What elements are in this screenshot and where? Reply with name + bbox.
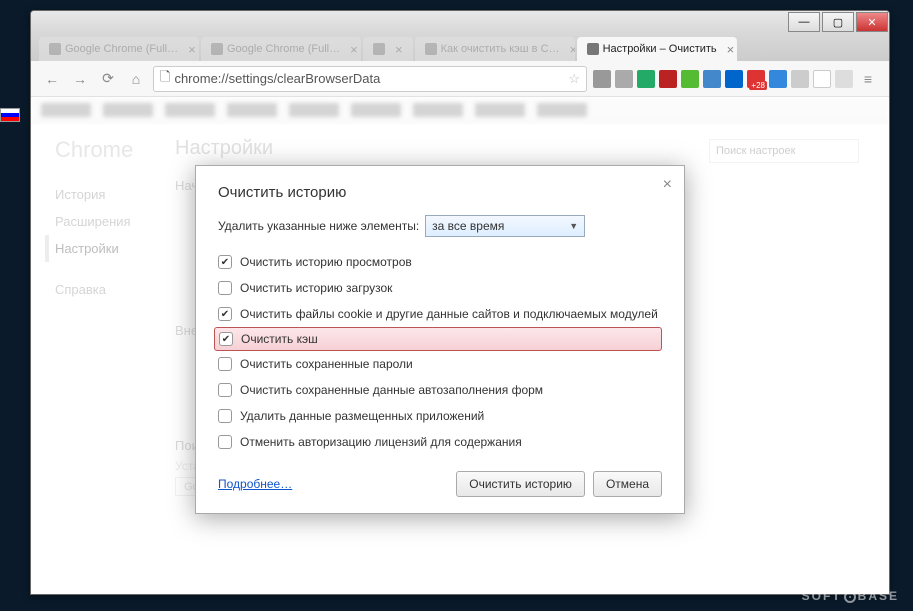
option-label: Очистить историю просмотров xyxy=(240,255,412,269)
option-cookies[interactable]: Очистить файлы cookie и другие данные са… xyxy=(218,301,662,327)
option-browsing-history[interactable]: Очистить историю просмотров xyxy=(218,249,662,275)
tab-label: Google Chrome (Full… xyxy=(65,43,178,55)
tab-label: Google Chrome (Full… xyxy=(227,43,340,55)
ext-icon[interactable] xyxy=(637,70,655,88)
favicon-icon xyxy=(211,43,223,55)
ext-icon[interactable] xyxy=(615,70,633,88)
clear-browsing-data-dialog: × Очистить историю Удалить указанные ниж… xyxy=(195,165,685,514)
close-icon[interactable]: × xyxy=(395,42,403,57)
settings-sidebar: Chrome История Расширения Настройки Спра… xyxy=(55,137,175,580)
favicon-icon xyxy=(425,43,437,55)
chevron-down-icon: ▼ xyxy=(569,221,578,231)
ext-icon[interactable] xyxy=(725,70,743,88)
dialog-title: Очистить историю xyxy=(218,184,662,201)
option-download-history[interactable]: Очистить историю загрузок xyxy=(218,275,662,301)
sidebar-item-history[interactable]: История xyxy=(55,181,175,208)
settings-search-input[interactable] xyxy=(709,139,859,163)
brand-label: Chrome xyxy=(55,137,175,163)
sidebar-item-help[interactable]: Справка xyxy=(55,276,175,303)
gear-icon xyxy=(587,43,599,55)
tab-background-3[interactable]: Как очистить кэш в C… × xyxy=(415,37,575,61)
logo-icon xyxy=(844,591,856,603)
dialog-close-button[interactable]: × xyxy=(663,176,672,194)
checkbox-icon[interactable] xyxy=(218,255,232,269)
home-button[interactable]: ⌂ xyxy=(125,68,147,90)
ext-icon[interactable] xyxy=(791,70,809,88)
tab-label: Настройки – Очистить xyxy=(603,43,717,55)
clear-button[interactable]: Очистить историю xyxy=(456,471,585,497)
ext-icon[interactable] xyxy=(703,70,721,88)
checkbox-icon[interactable] xyxy=(218,383,232,397)
calendar-icon[interactable] xyxy=(813,70,831,88)
cancel-button[interactable]: Отмена xyxy=(593,471,662,497)
sidebar-item-extensions[interactable]: Расширения xyxy=(55,208,175,235)
bookmark-bar[interactable] xyxy=(31,97,889,123)
checkbox-icon[interactable] xyxy=(218,435,232,449)
close-icon[interactable]: × xyxy=(727,42,735,57)
checkbox-icon[interactable] xyxy=(218,357,232,371)
window-close-button[interactable]: ✕ xyxy=(856,12,888,32)
learn-more-link[interactable]: Подробнее… xyxy=(218,477,292,491)
option-label: Очистить историю загрузок xyxy=(240,281,392,295)
favicon-icon xyxy=(49,43,61,55)
tab-background-1[interactable]: Google Chrome (Full… × xyxy=(201,37,361,61)
close-icon[interactable]: × xyxy=(350,42,358,57)
tab-label: Как очистить кэш в C… xyxy=(441,43,560,55)
page-title: Настройки xyxy=(175,137,865,160)
page-icon: 🗋 xyxy=(160,68,170,90)
window-maximize-button[interactable]: ▢ xyxy=(822,12,854,32)
option-cache[interactable]: Очистить кэш xyxy=(214,327,662,351)
checkbox-icon[interactable] xyxy=(218,307,232,321)
option-hosted-apps[interactable]: Удалить данные размещенных приложений xyxy=(218,403,662,429)
close-icon[interactable]: × xyxy=(570,42,575,57)
option-label: Очистить кэш xyxy=(241,332,318,346)
mail-icon[interactable] xyxy=(835,70,853,88)
tab-background-0[interactable]: Google Chrome (Full… × xyxy=(39,37,199,61)
forward-button[interactable]: → xyxy=(69,68,91,90)
toolbar: ← → ⟳ ⌂ 🗋 chrome://settings/clearBrowser… xyxy=(31,61,889,97)
option-label: Очистить сохраненные пароли xyxy=(240,357,413,371)
watermark: SOFTBASE xyxy=(802,589,899,603)
option-label: Очистить файлы cookie и другие данные са… xyxy=(240,307,658,321)
back-button[interactable]: ← xyxy=(41,68,63,90)
sidebar-item-settings[interactable]: Настройки xyxy=(45,235,175,262)
menu-button[interactable]: ≡ xyxy=(857,68,879,90)
window-minimize-button[interactable]: — xyxy=(788,12,820,32)
extensions-area: ≡ xyxy=(593,68,879,90)
tab-active[interactable]: Настройки – Очистить × xyxy=(577,37,737,61)
tab-background-2[interactable]: × xyxy=(363,37,413,61)
close-icon[interactable]: × xyxy=(188,42,196,57)
notification-icon[interactable] xyxy=(747,70,765,88)
checkmark-icon[interactable] xyxy=(681,70,699,88)
language-flag-icon[interactable] xyxy=(0,108,20,122)
option-label: Очистить сохраненные данные автозаполнен… xyxy=(240,383,543,397)
checkbox-icon[interactable] xyxy=(218,409,232,423)
window-titlebar: — ▢ ✕ xyxy=(31,11,889,33)
ext-icon[interactable] xyxy=(659,70,677,88)
ext-icon[interactable] xyxy=(593,70,611,88)
option-autofill[interactable]: Очистить сохраненные данные автозаполнен… xyxy=(218,377,662,403)
option-label: Отменить авторизацию лицензий для содерж… xyxy=(240,435,522,449)
omnibox-url: chrome://settings/clearBrowserData xyxy=(174,71,380,86)
omnibox[interactable]: 🗋 chrome://settings/clearBrowserData ☆ xyxy=(153,66,587,92)
time-range-select[interactable]: за все время ▼ xyxy=(425,215,585,237)
time-range-value: за все время xyxy=(432,219,504,233)
tab-strip: Google Chrome (Full… × Google Chrome (Ful… xyxy=(31,33,889,61)
dialog-prompt: Удалить указанные ниже элементы: xyxy=(218,219,419,233)
ext-icon[interactable] xyxy=(769,70,787,88)
favicon-icon xyxy=(373,43,385,55)
checkbox-icon[interactable] xyxy=(219,332,233,346)
option-licenses[interactable]: Отменить авторизацию лицензий для содерж… xyxy=(218,429,662,455)
option-passwords[interactable]: Очистить сохраненные пароли xyxy=(218,351,662,377)
star-icon[interactable]: ☆ xyxy=(568,71,580,87)
option-label: Удалить данные размещенных приложений xyxy=(240,409,484,423)
reload-button[interactable]: ⟳ xyxy=(97,68,119,90)
checkbox-icon[interactable] xyxy=(218,281,232,295)
